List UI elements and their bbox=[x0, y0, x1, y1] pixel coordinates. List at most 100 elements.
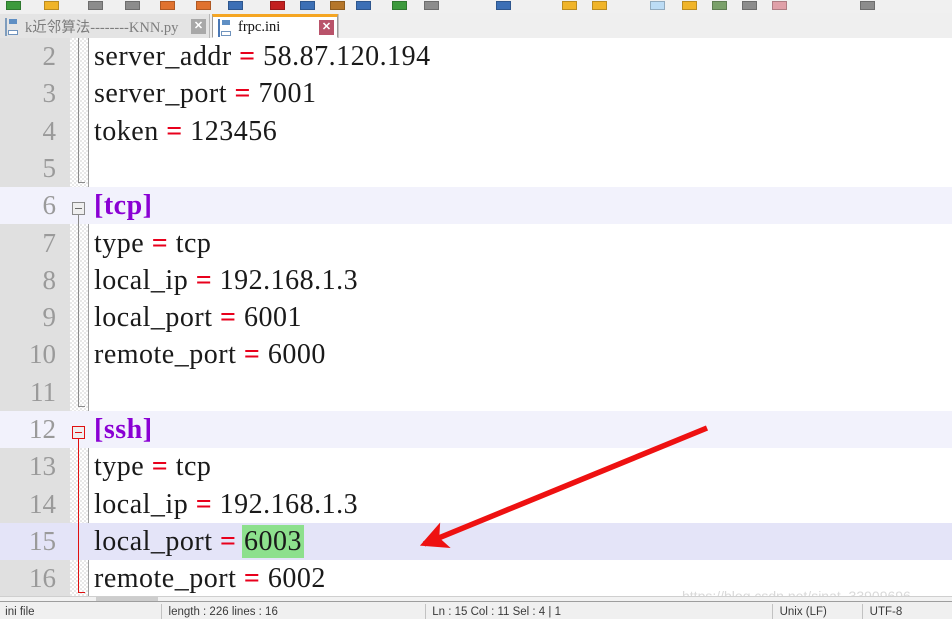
code-line-text: type = tcp bbox=[94, 448, 211, 485]
line-number: 11 bbox=[30, 376, 56, 407]
tab-label: k近邻算法--------KNN.py bbox=[25, 19, 179, 36]
assignment-operator: = bbox=[195, 488, 213, 520]
code-line-text: [ssh] bbox=[94, 411, 153, 448]
zoom-in-icon[interactable] bbox=[562, 1, 577, 10]
code-line-text: local_ip = 192.168.1.3 bbox=[94, 262, 358, 299]
code-token: local_ip bbox=[94, 264, 196, 296]
assignment-operator: = bbox=[243, 339, 261, 371]
code-token: 192.168.1.3 bbox=[212, 264, 359, 296]
close-icon[interactable]: ✕ bbox=[191, 18, 206, 34]
tab-knn-py[interactable]: k近邻算法--------KNN.py ✕ bbox=[0, 14, 210, 38]
assignment-operator: = bbox=[234, 78, 251, 110]
code-line-text: server_addr = 58.87.120.194 bbox=[94, 38, 431, 75]
cut-icon[interactable] bbox=[270, 1, 285, 10]
print-icon[interactable] bbox=[228, 1, 243, 10]
fold-toggle-icon[interactable] bbox=[72, 426, 85, 439]
code-token: 192.168.1.3 bbox=[212, 488, 359, 520]
word-wrap-icon[interactable] bbox=[650, 1, 665, 10]
tab-label: frpc.ini bbox=[238, 18, 281, 35]
redo-icon[interactable] bbox=[392, 1, 407, 10]
code-line-text: local_port = 6001 bbox=[94, 299, 302, 336]
file-type: ini file bbox=[5, 606, 35, 618]
tab-bar-empty-area bbox=[338, 14, 952, 38]
status-divider bbox=[424, 604, 426, 619]
close-all-icon[interactable] bbox=[196, 1, 211, 10]
copy-icon[interactable] bbox=[300, 1, 315, 10]
code-editor[interactable]: 2 server_addr = 58.87.120.194 3 server_port… bbox=[0, 38, 952, 601]
line-number: 7 bbox=[42, 227, 57, 258]
caret-position: Ln : 15 Col : 11 Sel : 4 | 1 bbox=[432, 606, 561, 618]
code-token: token bbox=[94, 115, 167, 147]
code-token: type bbox=[94, 451, 152, 483]
section-header: [tcp] bbox=[94, 190, 153, 222]
code-token: server_port bbox=[94, 78, 235, 110]
close-icon[interactable] bbox=[160, 1, 175, 10]
run-icon[interactable] bbox=[860, 1, 875, 10]
doc-length: length : 226 lines : 16 bbox=[168, 606, 278, 618]
code-token: local_port bbox=[94, 302, 221, 334]
code-token: remote_port bbox=[94, 563, 244, 595]
assignment-operator: = bbox=[220, 525, 237, 557]
code-token: 7001 bbox=[250, 78, 317, 110]
invisible-chars-icon[interactable] bbox=[682, 1, 697, 10]
line-number: 12 bbox=[29, 414, 56, 444]
line-number: 14 bbox=[29, 488, 56, 519]
section-header: [ssh] bbox=[94, 414, 153, 445]
fold-region-line bbox=[78, 215, 79, 406]
new-file-icon[interactable] bbox=[6, 1, 21, 10]
line-number: 9 bbox=[42, 302, 57, 333]
selected-text: 6003 bbox=[242, 524, 304, 558]
assignment-operator: = bbox=[243, 563, 261, 595]
tab-frpc-ini[interactable]: frpc.ini ✕ bbox=[212, 14, 338, 38]
code-row[interactable] bbox=[0, 374, 952, 411]
code-token: 6002 bbox=[260, 563, 326, 595]
fold-toggle-icon[interactable] bbox=[72, 202, 85, 215]
ui-ruler-icon[interactable] bbox=[742, 1, 757, 10]
code-line-text: local_ip = 192.168.1.3 bbox=[94, 486, 358, 523]
open-folder-icon[interactable] bbox=[44, 1, 59, 10]
assignment-operator: = bbox=[166, 115, 183, 147]
indent-guide-icon[interactable] bbox=[712, 1, 727, 10]
zoom-out-icon[interactable] bbox=[592, 1, 607, 10]
assignment-operator: = bbox=[239, 41, 256, 72]
line-number: 16 bbox=[29, 563, 56, 594]
code-line-text: local_port = 6003 bbox=[94, 523, 304, 560]
paste-icon[interactable] bbox=[330, 1, 345, 10]
status-divider bbox=[160, 604, 162, 619]
line-number: 13 bbox=[29, 451, 56, 482]
fold-region-line bbox=[78, 38, 79, 182]
line-number: 8 bbox=[42, 264, 57, 295]
code-token: local_port bbox=[94, 525, 221, 557]
line-number: 2 bbox=[42, 41, 57, 71]
fold-region-end bbox=[78, 406, 85, 407]
undo-icon[interactable] bbox=[356, 1, 371, 10]
replace-icon[interactable] bbox=[496, 1, 511, 10]
code-line-text: remote_port = 6000 bbox=[94, 336, 326, 373]
code-token: server_addr bbox=[94, 41, 240, 72]
status-bar: ini file length : 226 lines : 16 Ln : 15 C… bbox=[0, 601, 952, 619]
record-macro-icon[interactable] bbox=[772, 1, 787, 10]
line-number: 10 bbox=[29, 339, 56, 370]
floppy-disk-icon bbox=[218, 18, 233, 37]
close-icon[interactable]: ✕ bbox=[319, 19, 334, 35]
line-number: 5 bbox=[42, 152, 57, 183]
code-token: 58.87.120.194 bbox=[255, 41, 431, 72]
assignment-operator: = bbox=[151, 227, 169, 259]
code-token: tcp bbox=[168, 451, 212, 483]
save-icon[interactable] bbox=[88, 1, 103, 10]
save-all-icon[interactable] bbox=[125, 1, 140, 10]
find-icon[interactable] bbox=[424, 1, 439, 10]
code-token: remote_port bbox=[94, 339, 244, 371]
code-token: type bbox=[94, 227, 152, 259]
code-line-text: type = tcp bbox=[94, 225, 211, 262]
code-row[interactable] bbox=[0, 150, 952, 187]
assignment-operator: = bbox=[220, 302, 237, 334]
line-number: 6 bbox=[42, 190, 57, 221]
code-token: 123456 bbox=[182, 115, 278, 147]
line-number: 4 bbox=[42, 115, 57, 146]
assignment-operator: = bbox=[195, 264, 213, 296]
floppy-disk-icon bbox=[5, 17, 20, 36]
code-line-text: token = 123456 bbox=[94, 113, 277, 150]
code-line-text: remote_port = 6002 bbox=[94, 560, 326, 597]
code-token: tcp bbox=[168, 227, 212, 259]
